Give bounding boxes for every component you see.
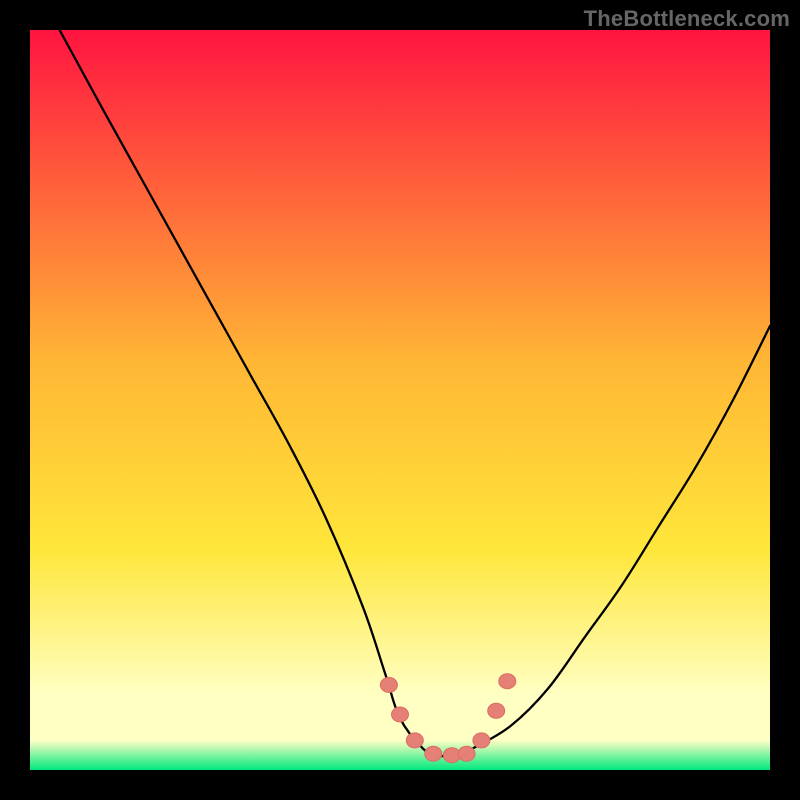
plot-area xyxy=(30,30,770,770)
bottleneck-chart xyxy=(0,0,800,800)
chart-container: TheBottleneck.com xyxy=(0,0,800,800)
watermark-text: TheBottleneck.com xyxy=(584,6,790,32)
curve-marker xyxy=(499,674,516,689)
curve-marker xyxy=(473,733,490,748)
curve-marker xyxy=(425,746,442,761)
curve-marker xyxy=(458,746,475,761)
curve-marker xyxy=(406,733,423,748)
curve-marker xyxy=(488,703,505,718)
curve-marker xyxy=(392,707,409,722)
curve-marker xyxy=(380,677,397,692)
